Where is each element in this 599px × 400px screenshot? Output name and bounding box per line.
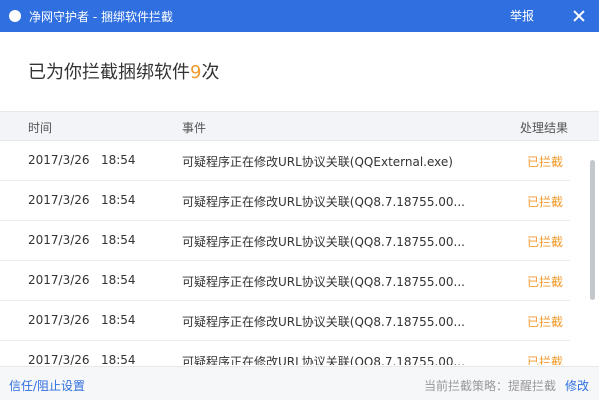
row-result: 已拦截 bbox=[527, 235, 564, 249]
row-result: 已拦截 bbox=[527, 315, 564, 329]
event-list[interactable]: 2017/3/26 18:54 可疑程序正在修改URL协议关联(QQExtern… bbox=[0, 141, 586, 365]
row-time: 2017/3/26 18:54 bbox=[28, 233, 136, 247]
table-row[interactable]: 2017/3/26 18:54 可疑程序正在修改URL协议关联(QQ8.7.18… bbox=[0, 181, 570, 221]
table-row[interactable]: 2017/3/26 18:54 可疑程序正在修改URL协议关联(QQ8.7.18… bbox=[0, 341, 570, 365]
current-strategy-label: 当前拦截策略：提醒拦截 bbox=[424, 379, 557, 393]
table-row[interactable]: 2017/3/26 18:54 可疑程序正在修改URL协议关联(QQ8.7.18… bbox=[0, 301, 570, 341]
row-event: 可疑程序正在修改URL协议关联(QQ8.7.18755.00... bbox=[182, 235, 465, 249]
table-row[interactable]: 2017/3/26 18:54 可疑程序正在修改URL协议关联(QQ8.7.18… bbox=[0, 261, 570, 301]
table-row[interactable]: 2017/3/26 18:54 可疑程序正在修改URL协议关联(QQ8.7.18… bbox=[0, 221, 570, 261]
table-header: 时间 事件 处理结果 bbox=[0, 111, 599, 141]
row-time: 2017/3/26 18:54 bbox=[28, 153, 136, 167]
row-time: 2017/3/26 18:54 bbox=[28, 313, 136, 327]
block-summary: 已为你拦截捆绑软件 9 次 bbox=[28, 58, 219, 84]
header-time: 时间 bbox=[28, 121, 53, 135]
table-row[interactable]: 2017/3/26 18:54 可疑程序正在修改URL协议关联(QQExtern… bbox=[0, 141, 570, 181]
row-result: 已拦截 bbox=[527, 155, 564, 169]
row-time: 2017/3/26 18:54 bbox=[28, 353, 136, 365]
title-bar[interactable]: 净网守护者 - 捆绑软件拦截 举报 bbox=[0, 0, 599, 32]
row-event: 可疑程序正在修改URL协议关联(QQ8.7.18755.00... bbox=[182, 275, 465, 289]
close-icon[interactable] bbox=[571, 8, 587, 24]
modify-strategy-link[interactable]: 修改 bbox=[565, 377, 589, 394]
row-time: 2017/3/26 18:54 bbox=[28, 193, 136, 207]
scrollbar-thumb[interactable] bbox=[590, 160, 595, 300]
summary-suffix: 次 bbox=[201, 62, 220, 83]
header-result: 处理结果 bbox=[520, 121, 569, 135]
row-time: 2017/3/26 18:54 bbox=[28, 273, 136, 287]
row-result: 已拦截 bbox=[527, 195, 564, 209]
popup-window: 净网守护者 - 捆绑软件拦截 举报 已为你拦截捆绑软件 9 次 时间 事件 处理… bbox=[0, 0, 599, 400]
row-event: 可疑程序正在修改URL协议关联(QQ8.7.18755.00... bbox=[182, 195, 465, 209]
row-result: 已拦截 bbox=[527, 355, 564, 365]
trust-block-settings-link[interactable]: 信任/阻止设置 bbox=[9, 377, 85, 394]
report-button[interactable]: 举报 bbox=[510, 0, 534, 32]
header-event: 事件 bbox=[182, 121, 207, 135]
app-logo-icon bbox=[9, 10, 21, 22]
row-event: 可疑程序正在修改URL协议关联(QQ8.7.18755.00... bbox=[182, 355, 465, 365]
summary-prefix: 已为你拦截捆绑软件 bbox=[28, 62, 190, 83]
window-title: 净网守护者 - 捆绑软件拦截 bbox=[29, 9, 173, 24]
footer-bar: 信任/阻止设置 当前拦截策略：提醒拦截 修改 bbox=[0, 366, 599, 400]
row-result: 已拦截 bbox=[527, 275, 564, 289]
row-event: 可疑程序正在修改URL协议关联(QQ8.7.18755.00... bbox=[182, 315, 465, 329]
block-count: 9 bbox=[190, 62, 202, 83]
row-event: 可疑程序正在修改URL协议关联(QQExternal.exe) bbox=[182, 155, 453, 169]
